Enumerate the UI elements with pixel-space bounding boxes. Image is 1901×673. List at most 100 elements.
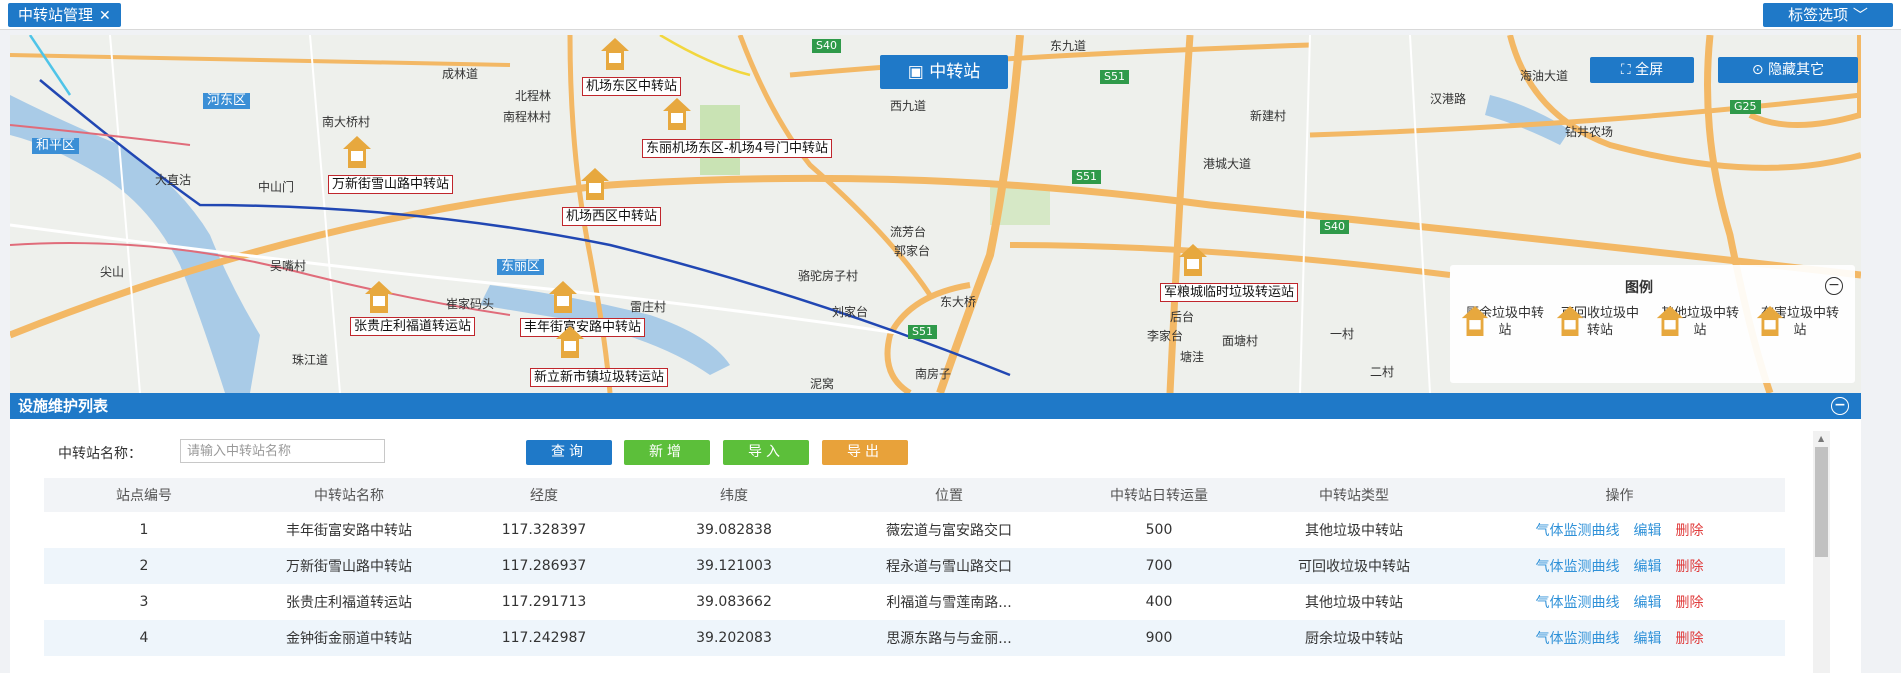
tag-options-dropdown[interactable]: 标签选项 ﹀: [1763, 3, 1893, 27]
cell-lat: 39.202083: [634, 620, 834, 656]
edit-link[interactable]: 编辑: [1634, 523, 1662, 539]
place-label: 东大桥: [940, 295, 977, 309]
station-label[interactable]: 万新街雪山路中转站: [328, 175, 454, 194]
map-view[interactable]: 河东区 和平区 东丽区 S40 S51 S51 S40 S51 G25 成林道 …: [10, 35, 1861, 393]
district-label-dongli: 东丽区: [497, 259, 545, 275]
search-label: 中转站名称：: [58, 446, 142, 462]
hide-others-button[interactable]: ⊙ 隐藏其它: [1718, 57, 1858, 83]
cell-name: 万新街雪山路中转站: [244, 548, 454, 584]
cell-loc: 利福道与雪莲南路...: [886, 595, 1012, 611]
column-header: 中转站类型: [1254, 478, 1454, 512]
station-label[interactable]: 机场东区中转站: [582, 77, 682, 96]
delete-link[interactable]: 删除: [1676, 559, 1704, 575]
place-label: 二村: [1370, 365, 1395, 379]
station-name-search-input[interactable]: [180, 439, 385, 463]
table-scrollbar[interactable]: ▲: [1813, 431, 1830, 673]
station-marker-icon[interactable]: [662, 97, 692, 131]
place-label: 雷庄村: [630, 300, 667, 314]
place-label: 尖山: [100, 265, 125, 279]
fullscreen-button[interactable]: ⛶ 全屏: [1590, 57, 1694, 83]
table-header-row: 站点编号 中转站名称 经度 纬度 位置 中转站日转运量 中转站类型 操作: [44, 478, 1785, 512]
station-icon: ▣: [907, 62, 930, 82]
place-label: 大直沽: [155, 173, 192, 187]
map-title-button[interactable]: ▣ 中转站: [880, 55, 1008, 89]
add-button[interactable]: 新增: [624, 440, 710, 465]
edit-link[interactable]: 编辑: [1634, 631, 1662, 647]
cell-actions: 气体监测曲线 编辑 删除: [1454, 512, 1785, 548]
station-label[interactable]: 东丽机场东区-机场4号门中转站: [642, 139, 832, 158]
cell-type: 其他垃圾中转站: [1305, 523, 1403, 539]
cell-id: 3: [139, 594, 149, 610]
panel-title: 设施维护列表: [18, 397, 109, 415]
table-row: 3 张贵庄利福道转运站 117.291713 39.083662 利福道与雪莲南路...…: [44, 584, 1785, 620]
place-label: 崔家码头: [446, 297, 495, 311]
station-label[interactable]: 张贵庄利福道转运站: [350, 317, 476, 336]
chevron-down-icon: ﹀: [1852, 6, 1868, 24]
cell-id: 4: [44, 620, 244, 656]
gas-monitoring-curve-link[interactable]: 气体监测曲线: [1536, 523, 1620, 539]
station-marker-icon[interactable]: [364, 280, 394, 314]
place-label: 泥窝: [810, 377, 835, 391]
place-label: 郭家台: [894, 244, 931, 258]
station-table: 站点编号 中转站名称 经度 纬度 位置 中转站日转运量 中转站类型 操作 1 丰年…: [44, 478, 1785, 656]
place-label: 面塘村: [1222, 334, 1259, 348]
road-tag: S51: [908, 325, 937, 339]
edit-link[interactable]: 编辑: [1634, 595, 1662, 611]
tab-label: 中转站管理: [18, 6, 94, 24]
gas-monitoring-curve-link[interactable]: 气体监测曲线: [1536, 595, 1620, 611]
cell-vol: 700: [1064, 548, 1254, 584]
panel-collapse-icon[interactable]: −: [1831, 397, 1849, 415]
road-tag: G25: [1730, 100, 1761, 114]
station-marker-icon[interactable]: [342, 135, 372, 169]
gas-monitoring-curve-link[interactable]: 气体监测曲线: [1536, 631, 1620, 647]
column-header: 纬度: [634, 478, 834, 512]
legend-item-recyclable: 可回收垃圾中转站: [1555, 305, 1645, 339]
export-button[interactable]: 导出: [822, 440, 908, 465]
scroll-up-icon[interactable]: ▲: [1818, 434, 1824, 443]
place-label: 汉港路: [1430, 92, 1467, 106]
station-marker-icon[interactable]: [555, 325, 585, 359]
recyclable-station-icon: [1556, 305, 1584, 337]
delete-link[interactable]: 删除: [1676, 523, 1704, 539]
tab-close-icon[interactable]: ✕: [99, 8, 111, 24]
place-label: 吴嘴村: [270, 259, 307, 273]
import-button[interactable]: 导入: [723, 440, 809, 465]
place-label: 成林道: [442, 67, 479, 81]
table-row: 1 丰年街富安路中转站 117.328397 39.082838 薇宏道与富安路交口 50…: [44, 512, 1785, 548]
cell-lng: 117.286937: [454, 548, 634, 584]
column-header: 中转站名称: [244, 478, 454, 512]
cell-loc: 薇宏道与富安路交口: [886, 523, 1012, 539]
cell-lat: 39.083662: [696, 594, 772, 610]
column-header: 位置: [834, 478, 1064, 512]
cell-name: 丰年街富安路中转站: [286, 523, 412, 539]
place-label: 南程林村: [503, 110, 552, 124]
tab-transfer-station-management[interactable]: 中转站管理 ✕: [8, 3, 121, 27]
expand-icon: ⛶: [1620, 62, 1636, 78]
cell-lat: 39.121003: [634, 548, 834, 584]
edit-link[interactable]: 编辑: [1634, 559, 1662, 575]
gas-monitoring-curve-link[interactable]: 气体监测曲线: [1536, 559, 1620, 575]
place-label: 西九道: [890, 99, 927, 113]
place-label: 骆驼房子村: [798, 269, 859, 283]
legend-title: 图例: [1625, 280, 1653, 296]
station-label[interactable]: 军粮城临时垃圾转运站: [1160, 283, 1299, 302]
scrollbar-thumb[interactable]: [1815, 447, 1828, 557]
table-row: 2 万新街雪山路中转站 117.286937 39.121003 程永道与雪山路交口 70…: [44, 548, 1785, 584]
delete-link[interactable]: 删除: [1676, 631, 1704, 647]
column-header: 中转站日转运量: [1064, 478, 1254, 512]
delete-link[interactable]: 删除: [1676, 595, 1704, 611]
cell-actions: 气体监测曲线 编辑 删除: [1454, 548, 1785, 584]
station-marker-icon[interactable]: [548, 280, 578, 314]
road-tag: S51: [1072, 170, 1101, 184]
hide-others-label: 隐藏其它: [1768, 62, 1825, 78]
station-label[interactable]: 机场西区中转站: [562, 207, 662, 226]
station-marker-icon[interactable]: [580, 167, 610, 201]
station-marker-icon[interactable]: [1178, 243, 1208, 277]
station-marker-icon[interactable]: [600, 37, 630, 71]
legend-collapse-icon[interactable]: −: [1825, 277, 1843, 295]
road-tag: S40: [1320, 220, 1349, 234]
cell-vol: 400: [1145, 594, 1173, 610]
cell-type: 可回收垃圾中转站: [1254, 548, 1454, 584]
query-button[interactable]: 查询: [526, 440, 612, 465]
station-label[interactable]: 新立新市镇垃圾转运站: [530, 368, 669, 387]
